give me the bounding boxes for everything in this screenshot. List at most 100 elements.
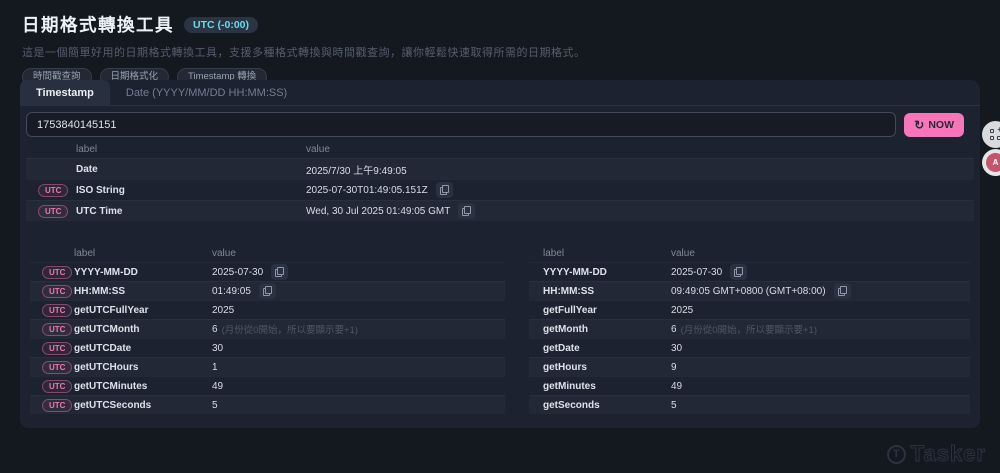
value-cell: 9 — [671, 362, 970, 373]
value-cell: 2025-07-30 — [212, 264, 505, 280]
value-cell: 5 — [671, 400, 970, 411]
timezone-badge: UTC (-0:00) — [184, 17, 258, 33]
page-title: 日期格式轉換工具 — [22, 12, 174, 37]
table-row: UTCgetUTCDate30 — [30, 338, 505, 357]
row-value: 2025/7/30 上午9:49:05 — [306, 162, 407, 177]
row-value: Wed, 30 Jul 2025 01:49:05 GMT — [306, 206, 450, 217]
value-cell: 2025-07-30T01:49:05.151Z — [306, 182, 974, 198]
value-cell: 2025 — [212, 305, 505, 316]
badge-cell: UTC — [30, 399, 74, 412]
value-cell: Wed, 30 Jul 2025 01:49:05 GMT — [306, 203, 974, 219]
table-row: UTCgetUTCHours1 — [30, 357, 505, 376]
table-row: UTCgetUTCMonth6 (月份從0開始，所以要顯示要+1) — [30, 319, 505, 338]
translate-fab-button[interactable]: A — [982, 149, 1000, 176]
table-row: getSeconds5 — [529, 395, 970, 414]
row-label: getUTCMonth — [74, 324, 212, 335]
copy-button[interactable] — [271, 264, 288, 280]
utc-badge: UTC — [42, 361, 72, 374]
row-label: getUTCMinutes — [74, 381, 212, 392]
badge-cell: UTC — [30, 380, 74, 393]
now-button-label: NOW — [928, 119, 954, 131]
table-row: getMonth6 (月份從0開始，所以要顯示要+1) — [529, 319, 970, 338]
row-label: HH:MM:SS — [74, 286, 212, 297]
page-subtitle: 這是一個簡單好用的日期格式轉換工具，支援多種格式轉換與時間戳查詢，讓你輕鬆快速取… — [22, 44, 962, 60]
badge-cell: UTC — [30, 361, 74, 374]
tab-date[interactable]: Date (YYYY/MM/DD HH:MM:SS) — [110, 80, 303, 106]
copy-icon — [734, 267, 743, 277]
column-header-value: value — [212, 248, 505, 259]
now-button[interactable]: ↻ NOW — [904, 113, 964, 137]
table-row: UTCgetUTCFullYear2025 — [30, 300, 505, 319]
row-note: (月份從0開始，所以要顯示要+1) — [681, 322, 817, 336]
copy-button[interactable] — [436, 182, 453, 198]
row-value: 6 — [212, 324, 218, 335]
row-value: 1 — [212, 362, 218, 373]
tab-bar: TimestampDate (YYYY/MM/DD HH:MM:SS) — [20, 80, 980, 106]
row-label: getUTCDate — [74, 343, 212, 354]
converter-card: TimestampDate (YYYY/MM/DD HH:MM:SS) ↻ NO… — [20, 80, 980, 428]
utc-badge: UTC — [42, 285, 72, 298]
row-value: 2025-07-30T01:49:05.151Z — [306, 185, 428, 196]
value-cell: 09:49:05 GMT+0800 (GMT+08:00) — [671, 283, 970, 299]
row-label: UTC Time — [76, 206, 306, 217]
apps-fab-button[interactable]: + — [982, 121, 1000, 148]
row-value: 5 — [212, 400, 218, 411]
row-value: 49 — [212, 381, 223, 392]
value-cell: 30 — [671, 343, 970, 354]
value-cell: 01:49:05 — [212, 283, 505, 299]
table-row: UTCISO String2025-07-30T01:49:05.151Z — [26, 179, 974, 200]
row-label: ISO String — [76, 185, 306, 196]
row-value: 01:49:05 — [212, 286, 251, 297]
row-label: getSeconds — [543, 400, 671, 411]
row-note: (月份從0開始，所以要顯示要+1) — [222, 322, 358, 336]
value-cell: 5 — [212, 400, 505, 411]
copy-icon — [440, 185, 449, 195]
timestamp-input[interactable] — [26, 112, 896, 137]
row-value: 2025 — [671, 305, 693, 316]
value-cell: 2025-07-30 — [671, 264, 970, 280]
row-label: getMonth — [543, 324, 671, 335]
tab-timestamp[interactable]: Timestamp — [20, 80, 110, 106]
badge-cell: UTC — [30, 342, 74, 355]
copy-button[interactable] — [730, 264, 747, 280]
table-row: YYYY-MM-DD2025-07-30 — [529, 262, 970, 281]
row-value: 2025-07-30 — [212, 267, 263, 278]
copy-button[interactable] — [458, 203, 475, 219]
watermark-brand: Tasker — [911, 441, 986, 467]
row-value: 6 — [671, 324, 677, 335]
table-row: getHours9 — [529, 357, 970, 376]
row-label: YYYY-MM-DD — [74, 267, 212, 278]
utc-badge: UTC — [42, 323, 72, 336]
value-cell: 6 (月份從0開始，所以要顯示要+1) — [212, 322, 505, 336]
column-header-value: value — [306, 144, 974, 155]
utc-badge: UTC — [42, 304, 72, 317]
badge-cell: UTC — [26, 184, 76, 197]
utc-table: labelvalueUTCYYYY-MM-DD2025-07-30UTCHH:M… — [30, 245, 505, 414]
table-row: getMinutes49 — [529, 376, 970, 395]
row-value: 09:49:05 GMT+0800 (GMT+08:00) — [671, 286, 826, 297]
row-label: getUTCSeconds — [74, 400, 212, 411]
utc-badge: UTC — [42, 380, 72, 393]
row-value: 49 — [671, 381, 682, 392]
copy-button[interactable] — [834, 283, 851, 299]
copy-icon — [275, 267, 284, 277]
table-header: labelvalue — [529, 245, 970, 262]
row-label: getDate — [543, 343, 671, 354]
translate-icon: A — [986, 153, 1000, 172]
utc-badge: UTC — [42, 342, 72, 355]
detail-tables: labelvalueUTCYYYY-MM-DD2025-07-30UTCHH:M… — [30, 245, 970, 414]
summary-table: labelvalueDate2025/7/30 上午9:49:05UTCISO … — [26, 141, 974, 221]
row-label: getUTCFullYear — [74, 305, 212, 316]
row-label: getUTCHours — [74, 362, 212, 373]
value-cell: 49 — [212, 381, 505, 392]
page: 日期格式轉換工具 UTC (-0:00) 這是一個簡單好用的日期格式轉換工具，支… — [0, 0, 1000, 473]
copy-button[interactable] — [259, 283, 276, 299]
badge-cell: UTC — [30, 304, 74, 317]
row-label: Date — [76, 164, 306, 175]
value-cell: 2025 — [671, 305, 970, 316]
value-cell: 6 (月份從0開始，所以要顯示要+1) — [671, 322, 970, 336]
apps-icon: + — [990, 129, 1000, 140]
timestamp-input-row: ↻ NOW — [26, 112, 974, 137]
column-header-label: label — [543, 248, 671, 259]
value-cell: 30 — [212, 343, 505, 354]
